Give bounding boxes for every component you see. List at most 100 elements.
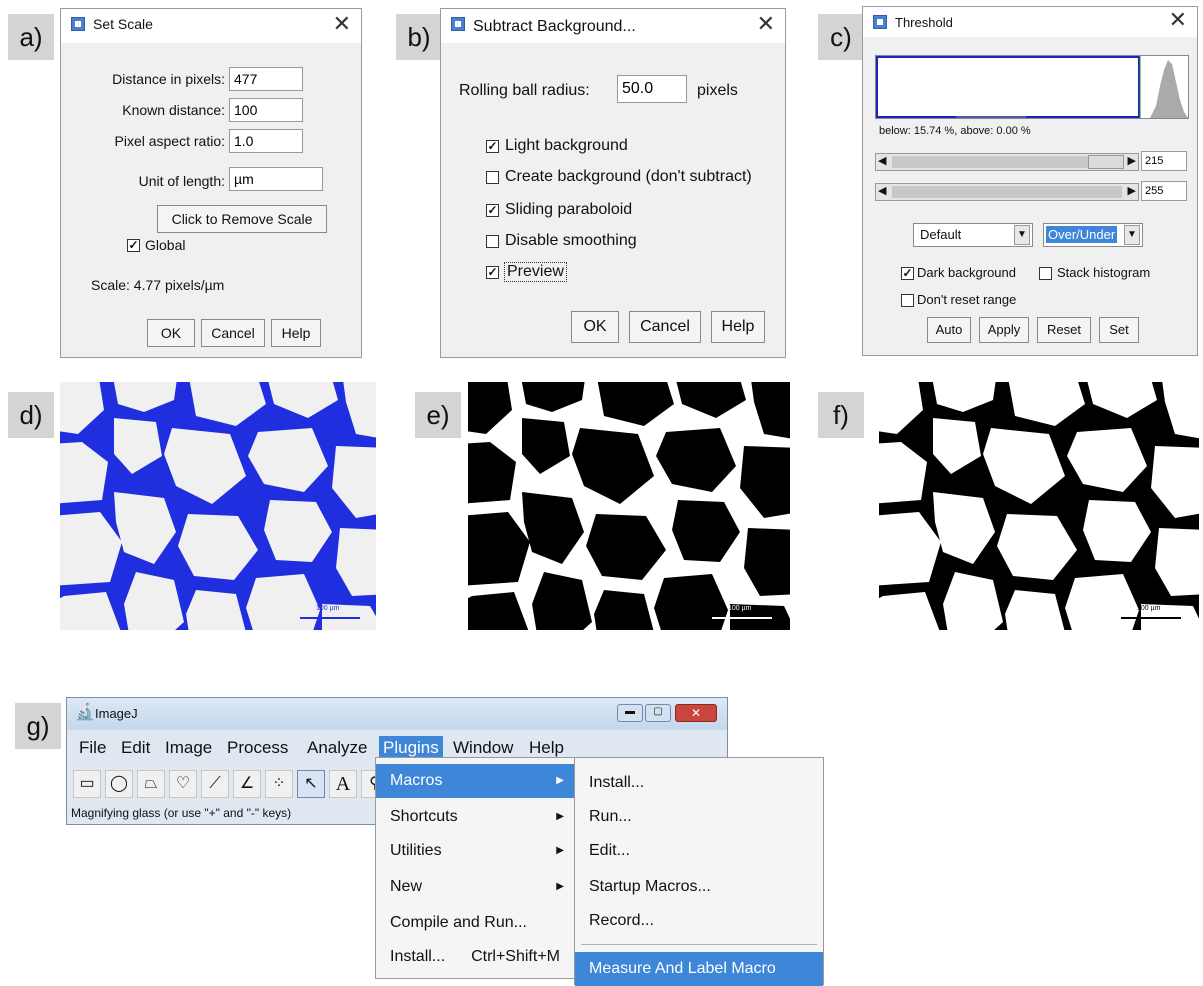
threshold-title: Threshold — [895, 15, 953, 30]
chevron-down-icon[interactable]: ▼ — [1014, 225, 1030, 245]
min-value-input[interactable] — [1141, 151, 1187, 171]
status-bar: Magnifying glass (or use "+" and "-" key… — [71, 806, 292, 820]
min-slider[interactable]: ◀ ▶ — [875, 153, 1139, 171]
menu-item-compile-and-run[interactable]: Compile and Run... — [376, 906, 574, 940]
submenu-arrow-icon: ▶ — [556, 775, 564, 786]
maximize-button[interactable]: ▢ — [645, 704, 671, 722]
close-icon[interactable]: ✕ — [757, 11, 775, 37]
menu-process[interactable]: Process — [227, 736, 288, 760]
help-button[interactable]: Help — [711, 311, 765, 343]
preview-checkbox[interactable] — [486, 266, 499, 279]
subtract-background-dialog: Subtract Background... ✕ Rolling ball ra… — [440, 8, 786, 358]
point-tool-icon[interactable]: ⁘ — [265, 770, 293, 798]
micrograph-binary: 100 µm — [468, 382, 790, 630]
cell-network-d — [60, 382, 376, 630]
global-checkbox[interactable] — [127, 239, 140, 252]
set-scale-dialog: Set Scale ✕ Distance in pixels: Known di… — [60, 8, 362, 358]
unit-label: Unit of length: — [138, 173, 225, 189]
oval-tool-icon[interactable]: ◯ — [105, 770, 133, 798]
reset-button[interactable]: Reset — [1037, 317, 1091, 343]
light-background-checkbox[interactable] — [486, 140, 499, 153]
scale-bar-label: 100 µm — [728, 605, 752, 612]
menu-item-label: Shortcuts — [390, 808, 458, 825]
help-button[interactable]: Help — [271, 319, 321, 347]
menu-item-install[interactable]: Install... Ctrl+Shift+M — [376, 940, 574, 974]
menu-analyze[interactable]: Analyze — [307, 736, 367, 760]
slider-left-arrow-icon[interactable]: ◀ — [878, 154, 886, 167]
line-tool-icon[interactable]: ⟋ — [201, 770, 229, 798]
minimize-button[interactable]: ▬ — [617, 704, 643, 722]
max-value-input[interactable] — [1141, 181, 1187, 201]
slider-right-arrow-icon[interactable]: ▶ — [1128, 154, 1136, 167]
disable-smoothing-checkbox[interactable] — [486, 235, 499, 248]
panel-label-a: a) — [8, 14, 54, 60]
threshold-titlebar: Threshold ✕ — [863, 7, 1197, 37]
freehand-tool-icon[interactable]: ♡ — [169, 770, 197, 798]
panel-label-f: f) — [818, 392, 864, 438]
sliding-paraboloid-checkbox[interactable] — [486, 204, 499, 217]
set-button[interactable]: Set — [1099, 317, 1139, 343]
unit-input[interactable] — [229, 167, 323, 191]
scale-bar-label: 100 µm — [316, 605, 340, 612]
subtract-background-title: Subtract Background... — [473, 18, 636, 35]
menu-image[interactable]: Image — [165, 736, 212, 760]
aspect-ratio-input[interactable] — [229, 129, 303, 153]
distance-pixels-label: Distance in pixels: — [112, 71, 225, 87]
create-background-checkbox[interactable] — [486, 171, 499, 184]
submenu-arrow-icon: ▶ — [556, 811, 564, 822]
cancel-button[interactable]: Cancel — [201, 319, 265, 347]
rectangle-tool-icon[interactable]: ▭ — [73, 770, 101, 798]
dont-reset-checkbox[interactable] — [901, 294, 914, 307]
max-slider[interactable]: ◀ ▶ — [875, 183, 1139, 201]
menu-item-macros[interactable]: Macros ▶ — [376, 764, 574, 798]
threshold-stats: below: 15.74 %, above: 0.00 % — [879, 125, 1031, 137]
chevron-down-icon[interactable]: ▼ — [1124, 225, 1140, 245]
radius-input[interactable] — [617, 75, 687, 103]
close-icon[interactable]: ✕ — [1169, 7, 1187, 33]
microscope-icon: 🔬 — [75, 704, 95, 721]
slider-right-arrow-icon[interactable]: ▶ — [1128, 184, 1136, 197]
known-distance-input[interactable] — [229, 98, 303, 122]
angle-tool-icon[interactable]: ∠ — [233, 770, 261, 798]
distance-pixels-input[interactable] — [229, 67, 303, 91]
macros-submenu: Install... Run... Edit... Startup Macros… — [574, 757, 824, 986]
menu-item-new[interactable]: New ▶ — [376, 870, 574, 904]
wand-tool-icon[interactable]: ↖ — [297, 770, 325, 798]
slider-left-arrow-icon[interactable]: ◀ — [878, 184, 886, 197]
auto-button[interactable]: Auto — [927, 317, 971, 343]
known-distance-label: Known distance: — [122, 102, 225, 118]
close-button[interactable]: ✕ — [675, 704, 717, 722]
method-select[interactable]: Default ▼ — [913, 223, 1033, 247]
panel-label-g: g) — [15, 703, 61, 749]
menu-item-install-macro[interactable]: Install... — [575, 766, 823, 800]
stack-histogram-label: Stack histogram — [1057, 265, 1151, 280]
histogram-plot — [956, 56, 1188, 118]
menu-item-measure-and-label-macro[interactable]: Measure And Label Macro — [575, 952, 823, 986]
menu-item-shortcuts[interactable]: Shortcuts ▶ — [376, 800, 574, 834]
scale-bar-label: 100 µm — [1137, 605, 1161, 612]
slider-thumb[interactable] — [1088, 155, 1124, 169]
method-value: Default — [920, 227, 962, 242]
menu-item-startup-macros[interactable]: Startup Macros... — [575, 870, 823, 904]
menu-file[interactable]: File — [79, 736, 106, 760]
menu-item-label: Install... — [390, 948, 446, 965]
mode-select[interactable]: Over/Under ▼ — [1043, 223, 1143, 247]
menu-item-edit-macro[interactable]: Edit... — [575, 834, 823, 868]
menu-item-label: Macros — [390, 772, 443, 789]
cancel-button[interactable]: Cancel — [629, 311, 701, 343]
menu-item-utilities[interactable]: Utilities ▶ — [376, 834, 574, 868]
menu-item-record[interactable]: Record... — [575, 904, 823, 938]
text-tool-icon[interactable]: A — [329, 770, 357, 798]
remove-scale-button[interactable]: Click to Remove Scale — [157, 205, 327, 233]
polygon-tool-icon[interactable]: ⏢ — [137, 770, 165, 798]
stack-histogram-checkbox[interactable] — [1039, 267, 1052, 280]
dark-background-checkbox[interactable] — [901, 267, 914, 280]
ok-button[interactable]: OK — [147, 319, 195, 347]
imagej-icon — [451, 17, 465, 31]
ok-button[interactable]: OK — [571, 311, 619, 343]
menu-edit[interactable]: Edit — [121, 736, 150, 760]
menu-item-run-macro[interactable]: Run... — [575, 800, 823, 834]
close-icon[interactable]: ✕ — [333, 11, 351, 37]
apply-button[interactable]: Apply — [979, 317, 1029, 343]
histogram — [875, 55, 1189, 119]
